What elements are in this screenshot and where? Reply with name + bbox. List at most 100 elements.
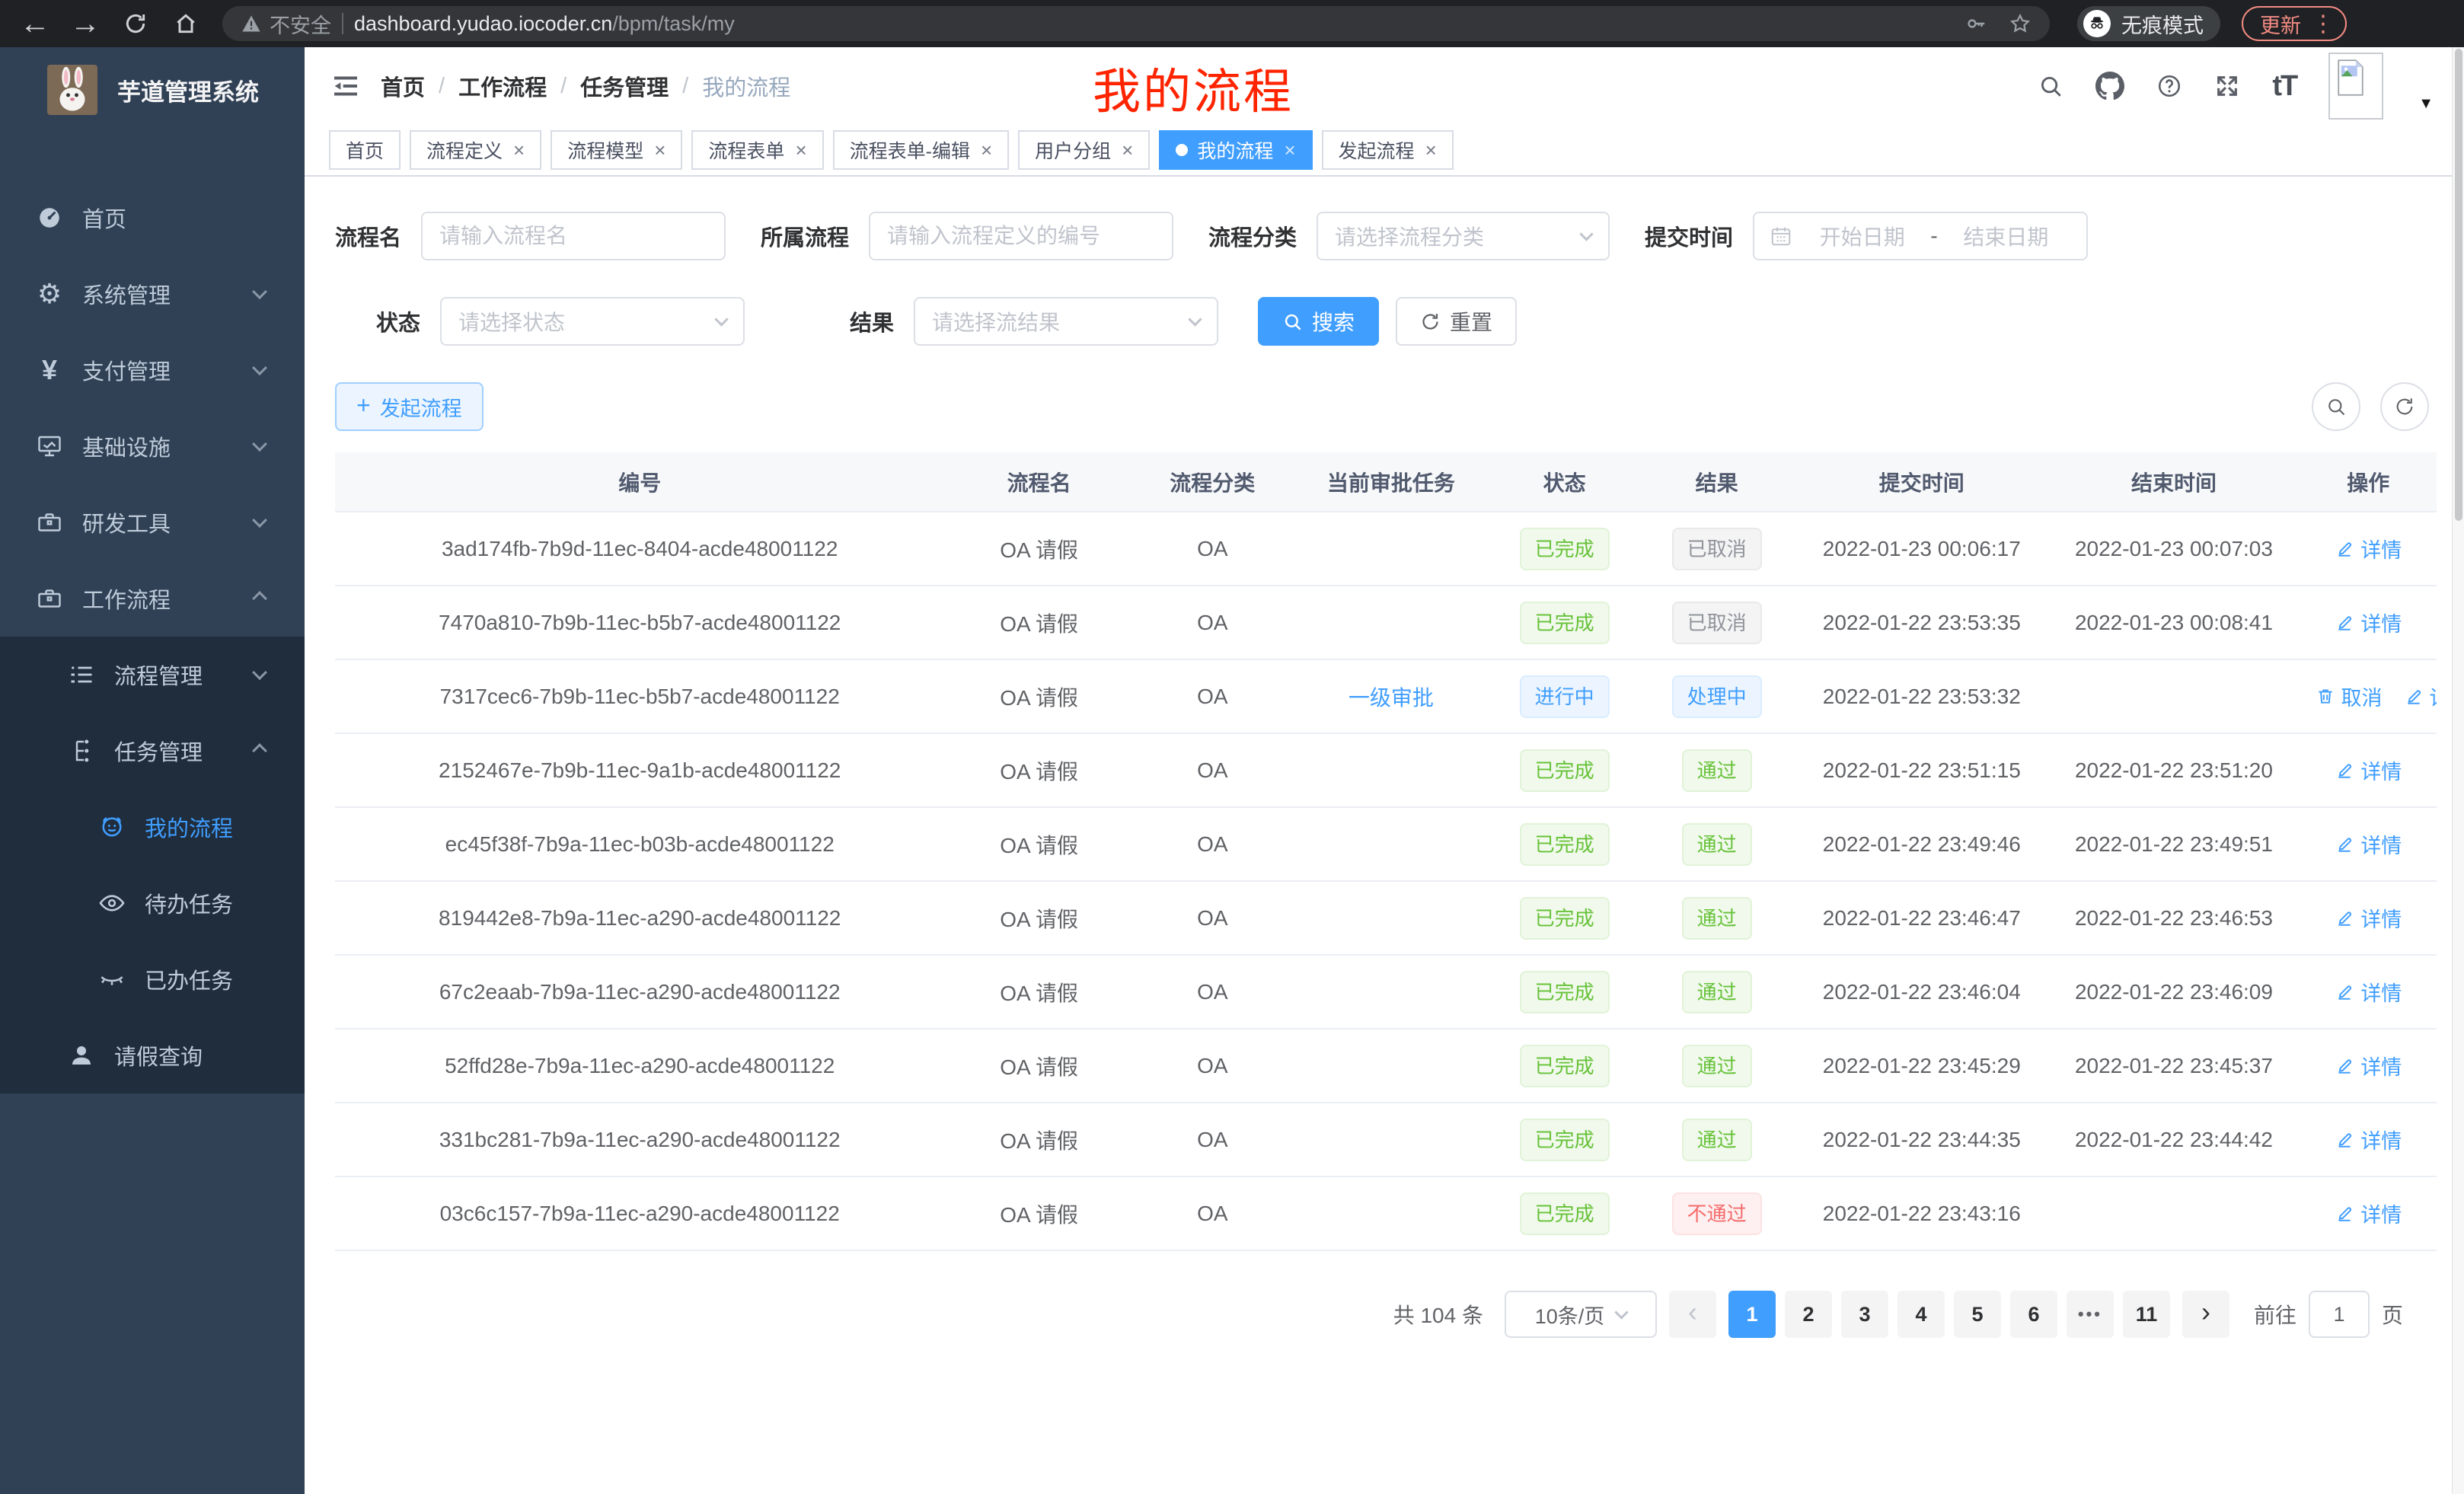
sidebar-item-task-mgmt[interactable]: 任务管理: [0, 713, 305, 789]
header-search-icon[interactable]: [2038, 73, 2063, 99]
goto-page-input[interactable]: [2309, 1291, 2370, 1338]
font-size-icon[interactable]: tT: [2272, 70, 2296, 103]
tab-process-definition[interactable]: 流程定义×: [410, 130, 541, 170]
page-button-5[interactable]: 5: [1954, 1291, 2001, 1338]
page-scrollbar[interactable]: [2452, 47, 2464, 1494]
close-icon[interactable]: ×: [795, 139, 806, 162]
page-button-2[interactable]: 2: [1785, 1291, 1832, 1338]
detail-button[interactable]: 详情: [2335, 1199, 2402, 1228]
sidebar-item-done-tasks[interactable]: 已办任务: [0, 941, 305, 1017]
detail-button[interactable]: 详情: [2335, 534, 2402, 563]
page-button-1[interactable]: 1: [1728, 1291, 1776, 1338]
sidebar-item-workflow[interactable]: 工作流程: [0, 560, 305, 637]
trash-icon: [2316, 686, 2335, 706]
detail-button[interactable]: 详情: [2335, 903, 2402, 933]
browser-home-icon[interactable]: [164, 5, 207, 42]
key-icon[interactable]: [1964, 12, 1987, 35]
close-icon[interactable]: ×: [513, 139, 525, 162]
fullscreen-icon[interactable]: [2214, 73, 2240, 99]
close-icon[interactable]: ×: [1284, 139, 1295, 162]
avatar-caret-icon[interactable]: ▼: [2418, 95, 2434, 113]
status-select[interactable]: 请选择状态: [440, 297, 745, 346]
github-icon[interactable]: [2095, 72, 2124, 101]
actions-cell: 详情: [2300, 1029, 2437, 1103]
page-button-6[interactable]: 6: [2010, 1291, 2057, 1338]
breadcrumb-task-mgmt[interactable]: 任务管理: [580, 70, 669, 102]
submit-time-cell: 2022-01-22 23:44:35: [1795, 1103, 2047, 1176]
close-icon[interactable]: ×: [1425, 139, 1437, 162]
next-page-button[interactable]: ›: [2182, 1291, 2229, 1338]
sidebar-item-home[interactable]: 首页: [0, 180, 305, 256]
result-select[interactable]: 请选择流结果: [914, 297, 1218, 346]
reset-button[interactable]: 重置: [1396, 297, 1517, 346]
start-date-placeholder[interactable]: 开始日期: [1797, 221, 1927, 251]
tab-home[interactable]: 首页: [329, 130, 401, 170]
refresh-table-button[interactable]: [2380, 382, 2429, 431]
page-button-3[interactable]: 3: [1841, 1291, 1888, 1338]
briefcase-icon: [32, 509, 67, 536]
search-button[interactable]: 搜索: [1258, 297, 1379, 346]
process-id-cell: 03c6c157-7b9a-11ec-a290-acde48001122: [335, 1176, 944, 1250]
actions-cell: 详情: [2300, 1176, 2437, 1250]
process-name-input[interactable]: [421, 212, 726, 260]
category-select[interactable]: 请选择流程分类: [1317, 212, 1610, 260]
browser-menu-icon[interactable]: ⋮: [2312, 11, 2335, 37]
browser-update-button[interactable]: 更新 ⋮: [2242, 6, 2347, 41]
sidebar-item-dev-tools[interactable]: 研发工具: [0, 484, 305, 560]
security-warning[interactable]: 不安全: [241, 9, 331, 39]
sidebar-item-todo-tasks[interactable]: 待办任务: [0, 865, 305, 941]
detail-button[interactable]: 详情: [2335, 1125, 2402, 1154]
avatar[interactable]: [2328, 53, 2383, 120]
sidebar-item-leave-query[interactable]: 请假查询: [0, 1017, 305, 1093]
detail-button[interactable]: 详情: [2335, 1051, 2402, 1081]
detail-button[interactable]: 详情: [2335, 977, 2402, 1007]
date-range-picker[interactable]: 开始日期 - 结束日期: [1753, 212, 2088, 260]
sidebar-item-label: 任务管理: [114, 735, 203, 767]
tab-my-process[interactable]: 我的流程×: [1159, 130, 1312, 170]
breadcrumb-workflow[interactable]: 工作流程: [458, 70, 547, 102]
page-size-select[interactable]: 10条/页: [1505, 1291, 1657, 1338]
sidebar-item-process-mgmt[interactable]: 流程管理: [0, 637, 305, 713]
detail-button[interactable]: 详情: [2335, 829, 2402, 859]
detail-button[interactable]: 详情: [2335, 755, 2402, 785]
filter-submit-time: 提交时间 开始日期 - 结束日期: [1645, 212, 2088, 260]
detail-button[interactable]: 详情: [2404, 682, 2437, 711]
help-icon[interactable]: [2156, 73, 2182, 99]
sidebar-item-infrastructure[interactable]: 基础设施: [0, 408, 305, 484]
scrollbar-thumb[interactable]: [2455, 49, 2462, 521]
hamburger-icon[interactable]: [324, 65, 367, 107]
sidebar-item-system[interactable]: ⚙系统管理: [0, 256, 305, 332]
end-date-placeholder[interactable]: 结束日期: [1941, 221, 2071, 251]
breadcrumb-home[interactable]: 首页: [381, 70, 425, 102]
bookmark-star-icon[interactable]: [2009, 12, 2032, 35]
result-cell: 不通过: [1638, 1176, 1795, 1250]
detail-button[interactable]: 详情: [2335, 608, 2402, 637]
page-ellipsis-button[interactable]: •••: [2067, 1291, 2114, 1338]
close-icon[interactable]: ×: [654, 139, 665, 162]
toggle-search-button[interactable]: [2312, 382, 2360, 431]
process-def-input[interactable]: [869, 212, 1173, 260]
current-task-link[interactable]: 一级审批: [1348, 686, 1434, 710]
prev-page-button[interactable]: ‹: [1669, 1291, 1716, 1338]
start-process-button[interactable]: + 发起流程: [335, 382, 484, 431]
status-cell: 已完成: [1491, 512, 1638, 586]
tab-process-form-edit[interactable]: 流程表单-编辑×: [833, 130, 1010, 170]
browser-reload-icon[interactable]: [114, 5, 157, 42]
page-button-11[interactable]: 11: [2123, 1291, 2170, 1338]
page-button-4[interactable]: 4: [1897, 1291, 1945, 1338]
tab-process-form[interactable]: 流程表单×: [691, 130, 823, 170]
sidebar-item-my-process[interactable]: 我的流程: [0, 789, 305, 865]
tab-start-process[interactable]: 发起流程×: [1322, 130, 1454, 170]
tab-user-group[interactable]: 用户分组×: [1018, 130, 1150, 170]
submit-time-cell: 2022-01-22 23:45:29: [1795, 1029, 2047, 1103]
browser-forward-icon[interactable]: →: [64, 5, 107, 42]
close-icon[interactable]: ×: [1122, 139, 1133, 162]
table-header-cell: 提交时间: [1795, 452, 2047, 512]
address-bar[interactable]: 不安全 dashboard.yudao.iocoder.cn/bpm/task/…: [222, 6, 2050, 41]
cancel-button[interactable]: 取消: [2316, 682, 2383, 711]
sidebar-item-payment[interactable]: ¥支付管理: [0, 332, 305, 408]
close-icon[interactable]: ×: [981, 139, 992, 162]
tab-process-model[interactable]: 流程模型×: [551, 130, 682, 170]
sidebar-logo[interactable]: 芋道管理系统: [0, 47, 305, 132]
browser-back-icon[interactable]: ←: [14, 5, 56, 42]
